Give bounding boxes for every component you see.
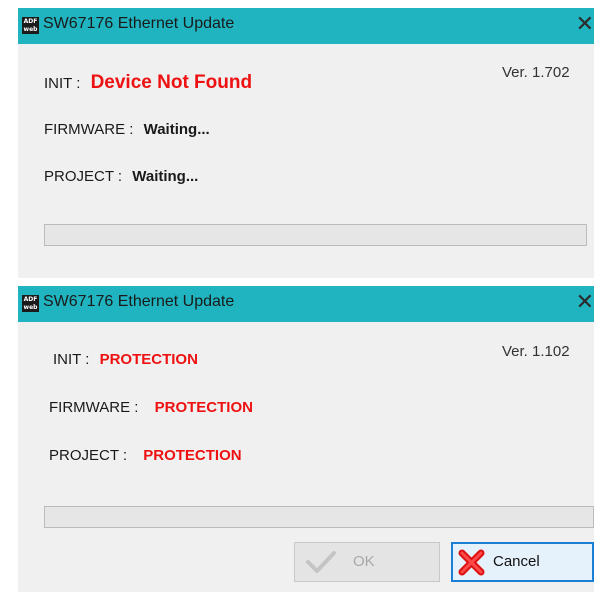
version-label: Ver. 1.102	[502, 343, 570, 360]
firmware-label: FIRMWARE :	[44, 121, 134, 138]
version-label: Ver. 1.702	[502, 64, 570, 81]
cancel-label: Cancel	[493, 553, 540, 570]
window-title: SW67176 Ethernet Update	[43, 293, 235, 310]
init-status: PROTECTION	[99, 351, 198, 368]
firmware-status: Waiting...	[143, 121, 210, 138]
title-bar[interactable]: ADF web SW67176 Ethernet Update ✕	[18, 8, 594, 44]
app-icon: ADF web	[22, 295, 39, 312]
firmware-status: PROTECTION	[154, 399, 253, 416]
project-status: PROTECTION	[143, 447, 242, 464]
firmware-row: FIRMWARE : PROTECTION	[49, 399, 253, 416]
project-label: PROJECT :	[44, 168, 123, 185]
app-icon: ADF web	[22, 17, 39, 34]
project-row: PROJECT : PROTECTION	[49, 447, 242, 464]
red-x-icon	[458, 549, 485, 576]
project-label: PROJECT :	[49, 447, 128, 464]
init-label: INIT :	[53, 351, 90, 368]
init-status: Device Not Found	[90, 72, 253, 93]
checkmark-icon	[306, 551, 336, 573]
ok-label: OK	[353, 553, 375, 570]
close-icon[interactable]: ✕	[572, 290, 594, 316]
update-window-2: ADF web SW67176 Ethernet Update ✕ Ver. 1.…	[18, 286, 594, 592]
cancel-button[interactable]: Cancel	[451, 542, 594, 582]
progress-bar	[44, 506, 594, 528]
init-row: INIT : Device Not Found	[44, 72, 252, 94]
project-row: PROJECT : Waiting...	[44, 168, 198, 185]
firmware-label: FIRMWARE :	[49, 399, 139, 416]
update-window-1: ADF web SW67176 Ethernet Update ✕ Ver. 1.…	[18, 8, 594, 278]
init-label: INIT :	[44, 75, 81, 92]
project-status: Waiting...	[132, 168, 199, 185]
progress-bar	[44, 224, 587, 246]
init-row: INIT : PROTECTION	[53, 351, 198, 368]
window-title: SW67176 Ethernet Update	[43, 15, 235, 32]
ok-button[interactable]: OK	[294, 542, 440, 582]
title-bar[interactable]: ADF web SW67176 Ethernet Update ✕	[18, 286, 594, 322]
close-icon[interactable]: ✕	[572, 12, 594, 38]
firmware-row: FIRMWARE : Waiting...	[44, 121, 210, 138]
